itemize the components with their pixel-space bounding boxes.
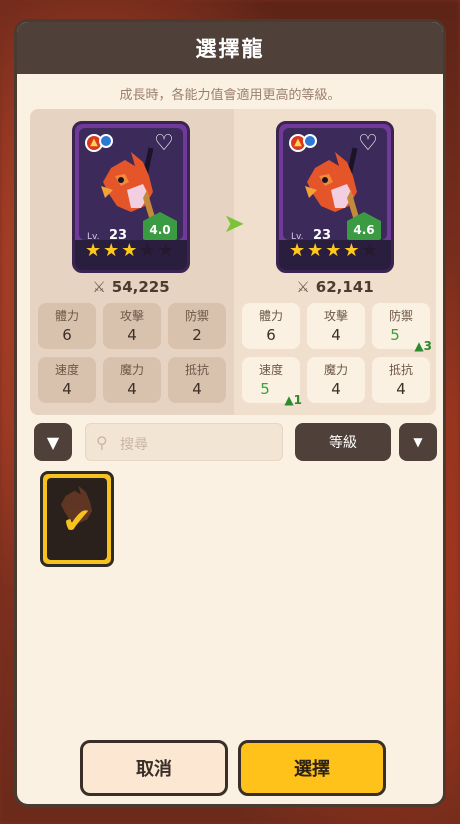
level-label: Lv. <box>87 232 100 240</box>
stat-label: 魔力 <box>119 363 144 377</box>
star-icon: ★ <box>361 240 378 261</box>
star-icon: ★ <box>85 240 102 261</box>
star-icon: ★ <box>103 240 120 261</box>
stat-hp: 體力 6 <box>38 303 96 349</box>
power-display: ⚔ 54,225 <box>30 278 232 296</box>
stat-label: 速度 <box>54 363 79 377</box>
sort-direction-button[interactable]: ▼ <box>399 423 437 461</box>
heart-icon[interactable]: ♡ <box>357 133 379 155</box>
star-icon: ★ <box>157 240 174 261</box>
stat-magic: 魔力 4 <box>103 357 161 403</box>
stat-defense: 防禦 2 <box>168 303 226 349</box>
water-element-icon <box>303 134 317 148</box>
upgraded-dragon-panel: ▲ ♡ Lv. 23 4.6 ★ ★ ★ ★ ★ ⚔ 62,141 體力 6 攻… <box>234 109 436 415</box>
stat-value: 2 <box>192 326 202 344</box>
star-rating: ★ ★ ★ ★ ★ <box>85 242 174 260</box>
power-value: 62,141 <box>315 278 374 296</box>
star-rating: ★ ★ ★ ★ ★ <box>289 242 378 260</box>
subtitle: 成長時，各能力值會適用更高的等級。 <box>119 88 341 103</box>
stat-boost: ▲3 <box>414 339 432 353</box>
stat-speed: 速度 4 <box>38 357 96 403</box>
level-label: Lv. <box>291 232 304 240</box>
sword-power-icon: ⚔ <box>296 278 310 296</box>
stat-label: 抵抗 <box>388 363 413 377</box>
star-icon: ★ <box>289 240 306 261</box>
stat-value: 4 <box>331 326 341 344</box>
filter-icon: ▼ <box>46 432 60 452</box>
stat-boost: ▲1 <box>284 393 302 407</box>
check-icon: ✔ <box>61 501 93 542</box>
stat-value: 4 <box>396 380 406 398</box>
caret-down-icon: ▼ <box>413 435 423 449</box>
stat-defense: 防禦 5 ▲3 <box>372 303 432 353</box>
cancel-button[interactable]: 取消 <box>80 740 228 796</box>
stat-label: 魔力 <box>323 363 348 377</box>
stat-grid: 體力 6 攻擊 4 防禦 5 ▲3 速度 5 ▲1 魔力 4 抵抗 4 <box>242 303 432 407</box>
level-value: 23 <box>109 228 128 240</box>
stat-label: 抵抗 <box>184 363 209 377</box>
stat-boost-value: 3 <box>423 339 432 353</box>
stat-value: 6 <box>62 326 72 344</box>
search-placeholder: 搜尋 <box>120 437 148 453</box>
stat-label: 速度 <box>258 363 283 377</box>
stat-value: 4 <box>127 380 137 398</box>
star-icon: ★ <box>307 240 324 261</box>
level-value: 23 <box>313 228 332 240</box>
comparison-panel: ▲ ♡ Lv. 23 4.0 ★ ★ ★ ★ ★ ⚔ 54,225 體力 6 攻… <box>30 109 436 415</box>
dragon-list-item-selected[interactable]: ✔ <box>40 471 114 567</box>
arrow-right-icon: ➤ <box>223 209 245 239</box>
stat-boost-value: 1 <box>293 393 302 407</box>
star-icon: ★ <box>343 240 360 261</box>
stat-resist: 抵抗 4 <box>168 357 226 403</box>
stat-label: 體力 <box>54 309 79 323</box>
stat-label: 防禦 <box>388 309 413 323</box>
power-display: ⚔ 62,141 <box>234 278 436 296</box>
stat-label: 體力 <box>258 309 283 323</box>
stat-value: 4 <box>127 326 137 344</box>
dragon-card[interactable]: ▲ ♡ Lv. 23 4.0 ★ ★ ★ ★ ★ <box>72 121 190 273</box>
stat-attack: 攻擊 4 <box>307 303 365 349</box>
stat-label: 攻擊 <box>323 309 348 323</box>
stat-value: 6 <box>266 326 276 344</box>
stat-speed: 速度 5 ▲1 <box>242 357 302 407</box>
stat-hp: 體力 6 <box>242 303 300 349</box>
star-icon: ★ <box>325 240 342 261</box>
search-icon: ⚲ <box>96 433 108 452</box>
sort-button[interactable]: 等級 <box>295 423 391 461</box>
sword-power-icon: ⚔ <box>92 278 106 296</box>
select-dragon-dialog: 選擇龍 成長時，各能力值會適用更高的等級。 ▲ ♡ Lv. 23 4.0 ★ ★… <box>14 19 446 807</box>
search-input[interactable]: ⚲ 搜尋 <box>85 423 283 461</box>
stat-value: 4 <box>62 380 72 398</box>
heart-icon[interactable]: ♡ <box>153 133 175 155</box>
stat-value: 4 <box>331 380 341 398</box>
dragon-card-preview[interactable]: ▲ ♡ Lv. 23 4.6 ★ ★ ★ ★ ★ <box>276 121 394 273</box>
stat-attack: 攻擊 4 <box>103 303 161 349</box>
stat-resist: 抵抗 4 <box>372 357 430 403</box>
current-dragon-panel: ▲ ♡ Lv. 23 4.0 ★ ★ ★ ★ ★ ⚔ 54,225 體力 6 攻… <box>30 109 232 415</box>
star-icon: ★ <box>139 240 156 261</box>
star-icon: ★ <box>121 240 138 261</box>
stat-grid: 體力 6 攻擊 4 防禦 2 速度 4 魔力 4 抵抗 4 <box>38 303 226 403</box>
power-value: 54,225 <box>111 278 170 296</box>
select-button[interactable]: 選擇 <box>238 740 386 796</box>
stat-label: 攻擊 <box>119 309 144 323</box>
stat-magic: 魔力 4 <box>307 357 365 403</box>
stat-label: 防禦 <box>184 309 209 323</box>
filter-button[interactable]: ▼ <box>34 423 72 461</box>
water-element-icon <box>99 134 113 148</box>
stat-value: 4 <box>192 380 202 398</box>
dialog-title: 選擇龍 <box>17 22 443 74</box>
